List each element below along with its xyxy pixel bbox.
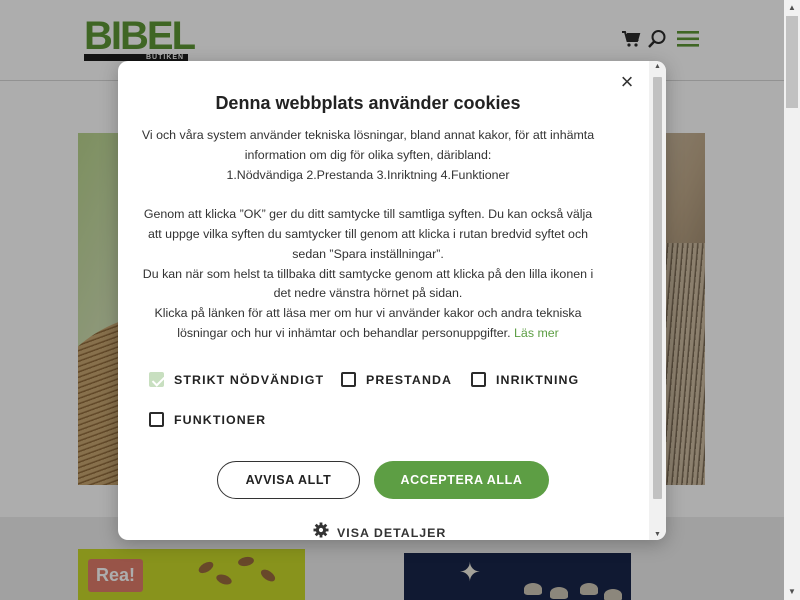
checkbox-performance[interactable]: PRESTANDA bbox=[341, 372, 452, 387]
gear-icon bbox=[313, 522, 329, 540]
scroll-up-arrow-icon[interactable]: ▲ bbox=[784, 0, 800, 16]
dialog-scroll-thumb[interactable] bbox=[653, 77, 662, 499]
checkbox-box bbox=[341, 372, 356, 387]
checkbox-checked-icon bbox=[149, 372, 164, 387]
checkbox-label: STRIKT NÖDVÄNDIGT bbox=[174, 372, 325, 387]
checkbox-label: PRESTANDA bbox=[366, 372, 453, 387]
more-info-text: Klicka på länken för att läsa mer om hur… bbox=[136, 304, 600, 344]
purposes-list: 1.Nödvändiga 2.Prestanda 3.Inriktning 4.… bbox=[226, 167, 510, 182]
checkbox-strictly-necessary[interactable]: STRIKT NÖDVÄNDIGT bbox=[149, 372, 324, 387]
checkbox-box bbox=[149, 412, 164, 427]
reject-all-button[interactable]: AVVISA ALLT bbox=[217, 461, 360, 499]
scroll-down-arrow-icon[interactable]: ▼ bbox=[784, 584, 800, 600]
intro-text: Vi och våra system använder tekniska lös… bbox=[141, 128, 595, 162]
dialog-body: Vi och våra system använder tekniska lös… bbox=[136, 126, 600, 344]
checkbox-label: INRIKTNING bbox=[496, 372, 580, 387]
dialog-scrollbar[interactable]: ▲ ▼ bbox=[649, 61, 666, 540]
scroll-up-arrow-icon[interactable]: ▲ bbox=[649, 63, 666, 70]
close-icon[interactable]: × bbox=[617, 71, 637, 93]
read-more-link[interactable]: Läs mer bbox=[514, 326, 559, 340]
checkbox-label: FUNKTIONER bbox=[174, 412, 267, 427]
cookie-consent-dialog: × Denna webbplats använder cookies Vi oc… bbox=[118, 61, 666, 540]
checkbox-functionality[interactable]: FUNKTIONER bbox=[149, 412, 266, 427]
page-scrollbar[interactable]: ▲ ▼ bbox=[784, 0, 800, 600]
dialog-title: Denna webbplats använder cookies bbox=[215, 93, 521, 113]
accept-all-button[interactable]: ACCEPTERA ALLA bbox=[374, 461, 549, 499]
details-label: VISA DETALJER bbox=[337, 525, 447, 540]
checkbox-targeting[interactable]: INRIKTNING bbox=[471, 372, 579, 387]
page-scroll-thumb[interactable] bbox=[786, 16, 798, 108]
withdraw-text: Du kan när som helst ta tillbaka ditt sa… bbox=[142, 266, 594, 301]
consent-text: Genom att klicka ”OK” ger du ditt samtyc… bbox=[143, 207, 593, 261]
scroll-down-arrow-icon[interactable]: ▼ bbox=[649, 531, 666, 538]
checkbox-box bbox=[471, 372, 486, 387]
show-details-button[interactable]: VISA DETALJER bbox=[313, 522, 446, 540]
